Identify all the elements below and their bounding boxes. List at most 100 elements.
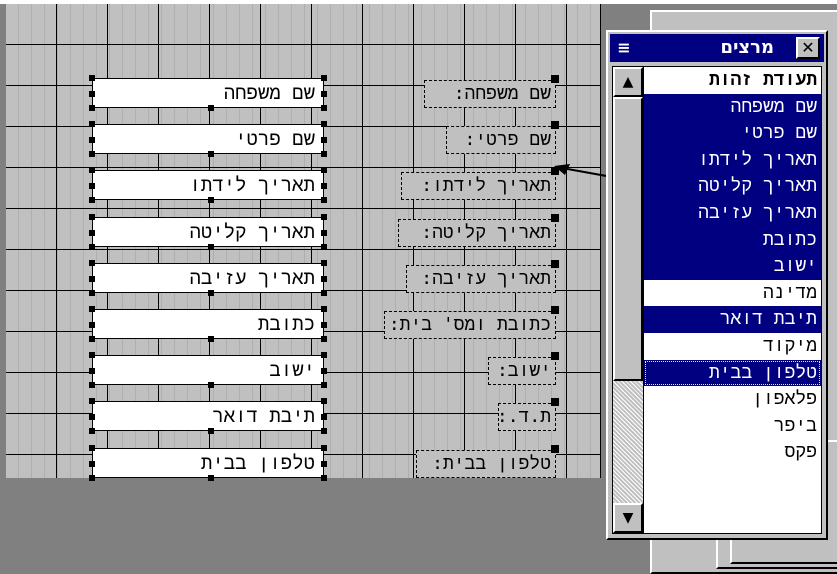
resize-handle[interactable] <box>321 243 327 250</box>
resize-handle[interactable] <box>208 474 214 481</box>
form-label[interactable]: תאריך קליטה: <box>398 213 559 247</box>
field-list-item[interactable]: שם משפחה <box>644 93 821 121</box>
resize-handle[interactable] <box>89 428 95 435</box>
scroll-up-arrow-icon[interactable]: ▲ <box>613 67 643 97</box>
resize-handle[interactable] <box>89 213 95 220</box>
move-handle[interactable] <box>551 352 559 361</box>
resize-handle[interactable] <box>321 167 327 174</box>
resize-handle[interactable] <box>321 368 327 375</box>
resize-handle[interactable] <box>89 105 95 111</box>
resize-handle[interactable] <box>89 197 95 204</box>
move-handle[interactable] <box>551 75 559 83</box>
resize-handle[interactable] <box>89 460 95 467</box>
resize-handle[interactable] <box>89 414 95 421</box>
resize-handle[interactable] <box>89 306 95 312</box>
field-list-item[interactable]: פלאפון <box>644 386 821 413</box>
resize-handle[interactable] <box>89 398 95 405</box>
field-list-item[interactable]: תעודת זהות <box>644 67 821 94</box>
resize-handle[interactable] <box>208 151 214 158</box>
resize-handle[interactable] <box>89 336 95 342</box>
field-list-item[interactable]: תאריך לידתו <box>644 146 821 174</box>
resize-handle[interactable] <box>89 167 95 174</box>
resize-handle[interactable] <box>321 105 327 111</box>
resize-handle[interactable] <box>321 352 327 359</box>
resize-handle[interactable] <box>89 474 95 481</box>
vertical-scrollbar[interactable]: ▲ ▼ <box>613 67 644 533</box>
resize-handle[interactable] <box>89 75 95 81</box>
resize-handle[interactable] <box>321 121 327 128</box>
resize-handle[interactable] <box>89 289 95 296</box>
resize-handle[interactable] <box>321 414 327 421</box>
close-icon[interactable]: ✕ <box>796 37 820 59</box>
move-handle[interactable] <box>551 213 559 222</box>
form-textbox[interactable]: שם משפחה <box>89 75 327 111</box>
resize-handle[interactable] <box>89 322 95 328</box>
form-textbox[interactable]: תאריך עזיבה <box>89 259 327 296</box>
resize-handle[interactable] <box>321 382 327 389</box>
resize-handle[interactable] <box>321 151 327 158</box>
resize-handle[interactable] <box>321 229 327 236</box>
move-handle[interactable] <box>551 259 559 268</box>
scroll-down-arrow-icon[interactable]: ▼ <box>613 503 643 533</box>
field-list-item[interactable]: תאריך קליטה <box>644 173 821 200</box>
form-textbox[interactable]: טלפון בבית <box>89 444 327 481</box>
resize-handle[interactable] <box>321 275 327 282</box>
field-list[interactable]: ▲ ▼ תעודת זהות שם משפחה שם פרטי תאריך לידתו… <box>612 66 822 534</box>
resize-handle[interactable] <box>321 444 327 451</box>
form-textbox[interactable]: כתובת <box>89 306 327 342</box>
resize-handle[interactable] <box>89 352 95 359</box>
resize-handle[interactable] <box>89 368 95 375</box>
resize-handle[interactable] <box>321 428 327 435</box>
field-list-item[interactable]: ביפר <box>644 412 821 440</box>
form-label[interactable]: ישוב: <box>488 352 559 386</box>
move-handle[interactable] <box>551 121 559 130</box>
scrollbar-thumb[interactable] <box>613 97 643 381</box>
resize-handle[interactable] <box>321 289 327 296</box>
resize-handle[interactable] <box>89 229 95 236</box>
field-list-window[interactable]: ≡ מרצים ✕ ▲ ▼ תעודת זהות שם משפחה שם פרטי ת… <box>606 30 828 540</box>
field-list-item[interactable]: תאריך עזיבה <box>644 199 821 227</box>
field-list-titlebar[interactable]: ≡ מרצים ✕ <box>610 34 824 62</box>
resize-handle[interactable] <box>321 460 327 467</box>
resize-handle[interactable] <box>321 137 327 144</box>
resize-handle[interactable] <box>321 398 327 405</box>
resize-handle[interactable] <box>208 105 214 111</box>
resize-handle[interactable] <box>89 183 95 190</box>
resize-handle[interactable] <box>321 213 327 220</box>
resize-handle[interactable] <box>321 91 327 97</box>
move-handle[interactable] <box>551 398 559 407</box>
form-textbox[interactable]: תיבת דואר <box>89 398 327 435</box>
form-label[interactable]: שם פרטי: <box>446 121 559 155</box>
resize-handle[interactable] <box>321 474 327 481</box>
resize-handle[interactable] <box>89 275 95 282</box>
form-label[interactable]: ת.ד.: <box>497 398 559 432</box>
move-handle[interactable] <box>551 444 559 453</box>
form-label[interactable]: תאריך לידתו: <box>401 167 559 201</box>
form-textbox[interactable]: תאריך לידתו <box>89 167 327 204</box>
resize-handle[interactable] <box>89 121 95 128</box>
control-menu-icon[interactable]: ≡ <box>616 39 632 57</box>
resize-handle[interactable] <box>89 444 95 451</box>
form-label[interactable]: טלפון בבית: <box>416 444 559 478</box>
resize-handle[interactable] <box>89 243 95 250</box>
field-list-item[interactable]: מיקוד <box>644 332 821 360</box>
field-list-item[interactable]: ישוב <box>644 253 821 280</box>
resize-handle[interactable] <box>321 259 327 266</box>
resize-handle[interactable] <box>208 289 214 296</box>
field-list-item[interactable]: שם פרטי <box>644 120 821 147</box>
resize-handle[interactable] <box>208 243 214 250</box>
resize-handle[interactable] <box>89 382 95 389</box>
form-label[interactable]: תאריך עזיבה: <box>406 259 559 293</box>
resize-handle[interactable] <box>89 151 95 158</box>
form-textbox[interactable]: תאריך קליטה <box>89 213 327 250</box>
resize-handle[interactable] <box>321 306 327 312</box>
resize-handle[interactable] <box>321 336 327 342</box>
resize-handle[interactable] <box>321 75 327 81</box>
move-handle[interactable] <box>551 306 559 314</box>
resize-handle[interactable] <box>321 322 327 328</box>
field-list-item[interactable]: תיבת דואר <box>644 306 821 333</box>
field-list-item[interactable]: טלפון בבית <box>644 359 821 387</box>
field-list-item[interactable]: פקס <box>644 439 821 466</box>
resize-handle[interactable] <box>208 336 214 342</box>
resize-handle[interactable] <box>208 197 214 204</box>
